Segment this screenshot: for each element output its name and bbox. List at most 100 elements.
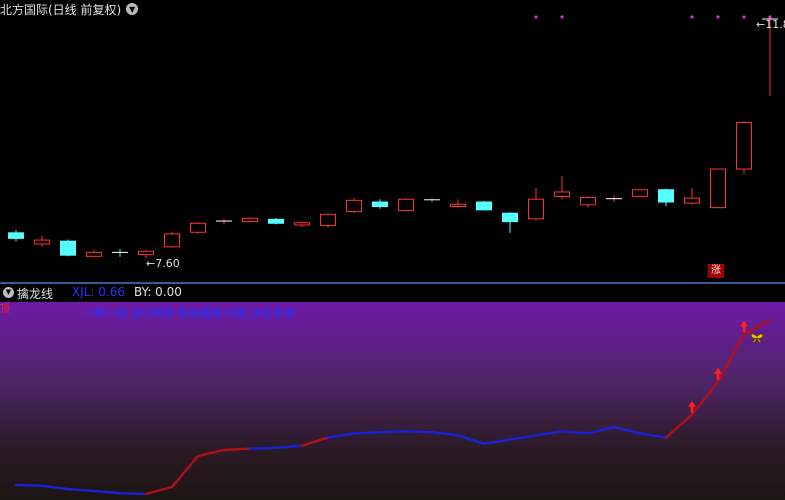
candle (86, 249, 102, 257)
signal-dot (742, 15, 746, 19)
candle-body (684, 197, 700, 204)
candle-body (554, 191, 570, 197)
candle (424, 198, 440, 203)
indicator-segment (326, 432, 356, 439)
indicator-segment (508, 434, 538, 441)
candle (398, 198, 414, 212)
indicator-segment (378, 430, 408, 434)
candle (476, 200, 492, 211)
indicator-segment (534, 430, 564, 437)
chevron-down-icon[interactable]: ▼ (3, 287, 14, 298)
candle (632, 189, 648, 198)
signal-dot (690, 15, 694, 19)
candle (554, 175, 570, 200)
candle (684, 188, 700, 205)
candle (606, 195, 622, 203)
indicator-line-chart[interactable] (0, 302, 785, 500)
indicator-segment (404, 430, 434, 434)
indicator-segment (40, 484, 70, 491)
candle (294, 221, 310, 228)
candle-body (736, 122, 752, 170)
candle (164, 231, 180, 248)
candle-body (8, 232, 24, 239)
candle-body (346, 199, 362, 213)
up-arrow-icon (740, 320, 748, 333)
candle (112, 249, 128, 257)
indicator-pane[interactable]: 顶 一带一路 含可转债 铁路基建 风能 央企改革 (0, 302, 785, 500)
candle-body (528, 198, 544, 220)
signal-dot (534, 15, 538, 19)
candle-body (398, 198, 414, 211)
candle-body (450, 203, 466, 208)
candle (372, 199, 388, 209)
candle (190, 222, 206, 234)
candle (580, 196, 596, 208)
candle (34, 235, 50, 247)
candle (60, 239, 76, 257)
candle (502, 212, 518, 233)
by-value: BY: 0.00 (134, 285, 182, 299)
indicator-segment (144, 485, 174, 496)
indicator-segment (638, 432, 668, 439)
xjl-value: XJL: 0.66 (72, 285, 126, 299)
chevron-down-icon[interactable]: ▼ (126, 3, 139, 15)
rise-badge: 涨 (708, 264, 724, 278)
indicator-segment (456, 434, 486, 445)
indicator-segment (560, 430, 590, 435)
indicator-header: ▼ 擒龙线 XJL: 0.66 BY: 0.00 (0, 284, 785, 302)
candle-body (34, 239, 50, 245)
indicator-segment (14, 483, 44, 487)
candle-body (502, 212, 518, 223)
stock-title: 北方国际(日线 前复权) (0, 2, 122, 17)
candle-body (320, 213, 336, 227)
indicator-segment (248, 446, 278, 450)
candle (268, 217, 284, 225)
candle-body (190, 222, 206, 233)
butterfly-icon (750, 333, 764, 343)
candle (242, 217, 258, 223)
chart-title-bar: 北方国际(日线 前复权) ▼ (0, 0, 139, 18)
candle (8, 230, 24, 242)
high-price-label: ←11.87 (756, 18, 785, 31)
candle-body (242, 217, 258, 223)
indicator-segment (222, 447, 252, 452)
candle-body (138, 250, 154, 256)
indicator-segment (430, 430, 460, 437)
candle-body (710, 168, 726, 209)
indicator-segment (482, 438, 512, 445)
signal-dot (716, 15, 720, 19)
pane-marker: 顶 (0, 304, 10, 315)
candle-body (632, 189, 648, 197)
candle-body (476, 201, 492, 211)
candle (346, 198, 362, 214)
indicator-segment (716, 333, 746, 384)
candle-body (658, 189, 674, 203)
candle (710, 168, 726, 209)
candle-body (164, 233, 180, 248)
candle (736, 121, 752, 175)
candle-body (372, 201, 388, 208)
indicator-segment (274, 444, 304, 450)
indicator-segment (690, 380, 720, 417)
candle (528, 188, 544, 221)
candle-body (268, 218, 284, 224)
indicator-name[interactable]: 擒龙线 (17, 285, 53, 302)
indicator-segment (92, 489, 122, 495)
candle (450, 199, 466, 208)
indicator-segment (118, 491, 148, 496)
sector-tags: 一带一路 含可转债 铁路基建 风能 央企改革 (83, 307, 295, 320)
candle (216, 218, 232, 225)
indicator-segment (66, 487, 96, 493)
candle-body (580, 197, 596, 206)
candle-body (86, 251, 102, 257)
indicator-segment (664, 413, 694, 439)
candle-body (60, 240, 76, 256)
signal-dot (560, 15, 564, 19)
candlestick-chart[interactable] (0, 0, 785, 282)
price-chart-pane[interactable]: 北方国际(日线 前复权) ▼ ←11.87 ←7.60 涨 (0, 0, 785, 282)
indicator-segment (170, 454, 200, 489)
indicator-segment (300, 436, 330, 447)
indicator-segment (742, 318, 772, 336)
candle (658, 188, 674, 206)
indicator-segment (612, 426, 642, 435)
